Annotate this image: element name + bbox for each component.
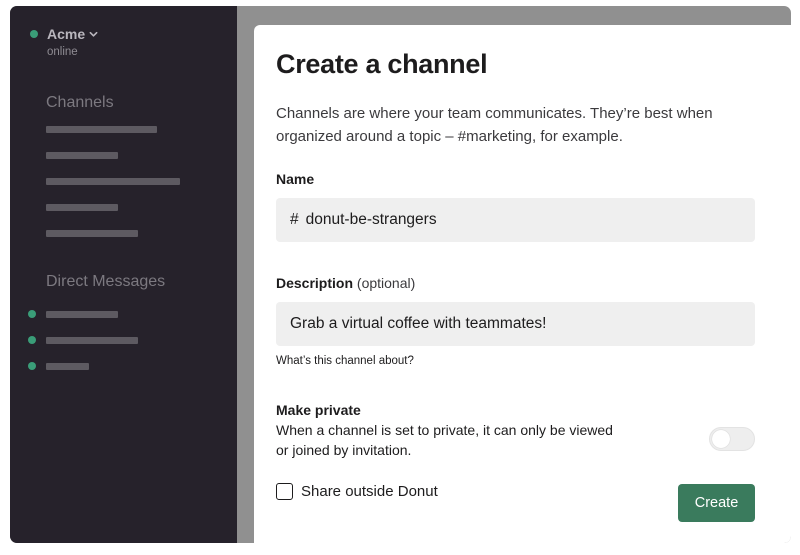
- online-status-dot: [28, 310, 36, 318]
- modal-description: Channels are where your team communicate…: [276, 105, 713, 145]
- channel-description-value: Grab a virtual coffee with teammates!: [290, 315, 547, 332]
- toggle-knob: [712, 430, 730, 448]
- create-channel-modal: Create a channel Channels are where your…: [254, 25, 791, 543]
- online-status-dot: [28, 362, 36, 370]
- dm-name-placeholder: [46, 336, 138, 344]
- chevron-down-icon: [89, 31, 98, 37]
- online-status-dot: [30, 30, 38, 38]
- app-window: Acme online Channels Direct Messages Cre…: [10, 6, 791, 543]
- description-hint: What’s this channel about?: [276, 355, 414, 367]
- channel-item-placeholder[interactable]: [46, 230, 138, 237]
- workspace-name: Acme: [47, 26, 86, 42]
- dm-item-placeholder[interactable]: [28, 336, 138, 344]
- channel-description-input[interactable]: Grab a virtual coffee with teammates!: [276, 302, 755, 346]
- workspace-switcher[interactable]: Acme: [30, 26, 98, 42]
- channel-item-placeholder[interactable]: [46, 178, 180, 185]
- optional-tag: (optional): [356, 275, 416, 291]
- channel-name-input[interactable]: # donut-be-strangers: [276, 198, 755, 242]
- channel-name-value: donut-be-strangers: [305, 211, 437, 228]
- dm-name-placeholder: [46, 362, 89, 370]
- sidebar: Acme online Channels Direct Messages: [10, 6, 237, 543]
- dm-item-placeholder[interactable]: [28, 310, 118, 318]
- channel-item-placeholder[interactable]: [46, 152, 118, 159]
- channel-item-placeholder[interactable]: [46, 126, 157, 133]
- hash-icon: #: [290, 211, 299, 228]
- share-outside-checkbox[interactable]: [276, 483, 293, 500]
- dm-item-placeholder[interactable]: [28, 362, 89, 370]
- name-label: Name: [276, 171, 315, 187]
- description-label-text: Description: [276, 275, 354, 291]
- make-private-toggle[interactable]: [709, 427, 755, 451]
- workspace-status: online: [47, 46, 78, 58]
- share-outside-option[interactable]: Share outside Donut: [276, 483, 438, 500]
- make-private-title: Make private: [276, 402, 361, 418]
- online-status-dot: [28, 336, 36, 344]
- direct-messages-section-title[interactable]: Direct Messages: [46, 273, 165, 291]
- description-label: Description (optional): [276, 275, 415, 291]
- modal-title: Create a channel: [276, 49, 488, 79]
- channels-section-title[interactable]: Channels: [46, 94, 114, 112]
- channel-item-placeholder[interactable]: [46, 204, 118, 211]
- create-button[interactable]: Create: [678, 484, 755, 522]
- dm-name-placeholder: [46, 310, 118, 318]
- make-private-text: When a channel is set to private, it can…: [276, 422, 613, 458]
- share-outside-label: Share outside Donut: [301, 483, 438, 500]
